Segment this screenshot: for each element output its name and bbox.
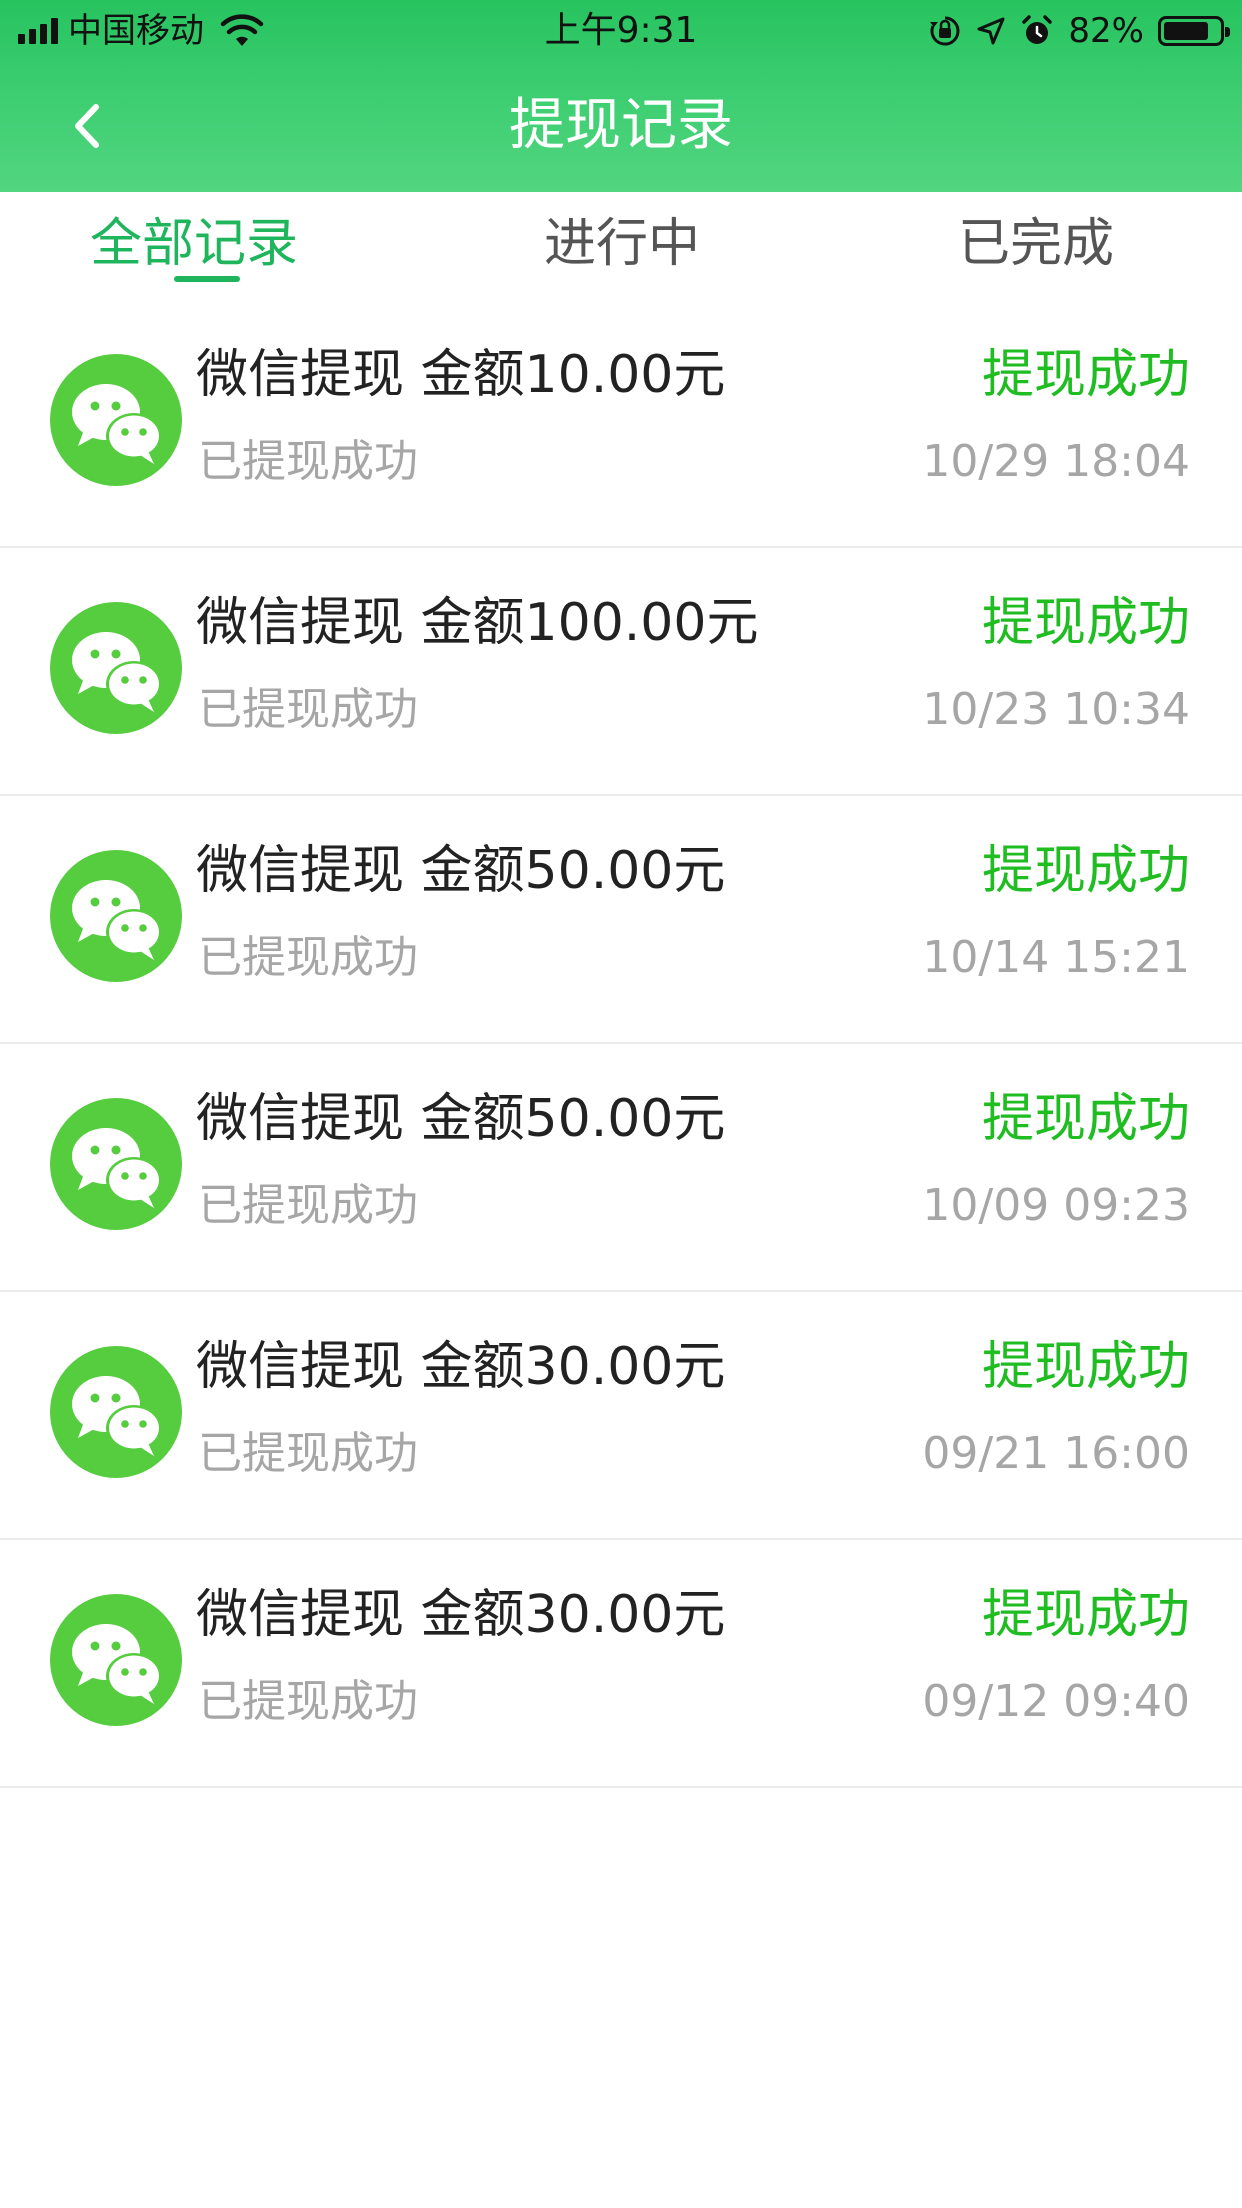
list-item[interactable]: 微信提现 金额100.00元 已提现成功 提现成功 10/23 10:34 bbox=[0, 548, 1242, 796]
tab-bar: 全部记录 进行中 已完成 bbox=[0, 192, 1242, 300]
status-bar: 中国移动 上午9:31 82% bbox=[0, 0, 1242, 62]
record-time: 10/23 10:34 bbox=[922, 684, 1190, 735]
record-status: 提现成功 bbox=[981, 841, 1190, 901]
alarm-icon bbox=[1022, 15, 1053, 44]
record-status: 提现成功 bbox=[981, 1089, 1190, 1149]
withdrawal-record-list: 微信提现 金额10.00元 已提现成功 提现成功 10/29 18:04 微信提… bbox=[0, 300, 1242, 1788]
status-right: 82% bbox=[928, 10, 1230, 52]
wechat-icon bbox=[50, 1594, 182, 1726]
record-time: 09/12 09:40 bbox=[922, 1676, 1190, 1727]
record-status: 提现成功 bbox=[981, 1585, 1190, 1645]
record-title: 微信提现 金额10.00元 bbox=[196, 345, 726, 405]
record-time: 10/09 09:23 bbox=[922, 1180, 1190, 1231]
list-item[interactable]: 微信提现 金额30.00元 已提现成功 提现成功 09/12 09:40 bbox=[0, 1540, 1242, 1788]
wechat-icon bbox=[50, 1346, 182, 1478]
wechat-icon bbox=[50, 354, 182, 486]
rotation-lock-icon bbox=[930, 16, 960, 46]
active-tab-indicator bbox=[174, 276, 240, 282]
wechat-icon bbox=[50, 850, 182, 982]
tab-completed[interactable]: 已完成 bbox=[958, 208, 1114, 280]
battery-icon bbox=[1158, 16, 1230, 46]
record-time: 09/21 16:00 bbox=[922, 1428, 1190, 1479]
list-item[interactable]: 微信提现 金额50.00元 已提现成功 提现成功 10/14 15:21 bbox=[0, 796, 1242, 1044]
record-title: 微信提现 金额50.00元 bbox=[196, 1089, 726, 1149]
location-arrow-icon bbox=[977, 17, 1005, 45]
record-subtitle: 已提现成功 bbox=[198, 1428, 418, 1479]
record-status: 提现成功 bbox=[981, 345, 1190, 405]
list-item[interactable]: 微信提现 金额50.00元 已提现成功 提现成功 10/09 09:23 bbox=[0, 1044, 1242, 1292]
record-title: 微信提现 金额100.00元 bbox=[196, 593, 759, 653]
header: 中国移动 上午9:31 82% 提现记录 bbox=[0, 0, 1242, 192]
wechat-icon bbox=[50, 1098, 182, 1230]
list-item[interactable]: 微信提现 金额10.00元 已提现成功 提现成功 10/29 18:04 bbox=[0, 300, 1242, 548]
record-time: 10/29 18:04 bbox=[922, 436, 1190, 487]
list-item[interactable]: 微信提现 金额30.00元 已提现成功 提现成功 09/21 16:00 bbox=[0, 1292, 1242, 1540]
record-subtitle: 已提现成功 bbox=[198, 932, 418, 983]
tab-all-records[interactable]: 全部记录 bbox=[90, 208, 298, 280]
record-title: 微信提现 金额30.00元 bbox=[196, 1585, 726, 1645]
record-status: 提现成功 bbox=[981, 1337, 1190, 1397]
record-title: 微信提现 金额30.00元 bbox=[196, 1337, 726, 1397]
wechat-icon bbox=[50, 602, 182, 734]
record-subtitle: 已提现成功 bbox=[198, 436, 418, 487]
page-title: 提现记录 bbox=[509, 93, 733, 158]
record-subtitle: 已提现成功 bbox=[198, 1180, 418, 1231]
record-subtitle: 已提现成功 bbox=[198, 684, 418, 735]
record-time: 10/14 15:21 bbox=[922, 932, 1190, 983]
tab-in-progress[interactable]: 进行中 bbox=[544, 208, 700, 280]
battery-fill bbox=[1164, 22, 1209, 40]
battery-percent: 82% bbox=[1068, 11, 1144, 51]
record-title: 微信提现 金额50.00元 bbox=[196, 841, 726, 901]
record-status: 提现成功 bbox=[981, 593, 1190, 653]
record-subtitle: 已提现成功 bbox=[198, 1676, 418, 1727]
